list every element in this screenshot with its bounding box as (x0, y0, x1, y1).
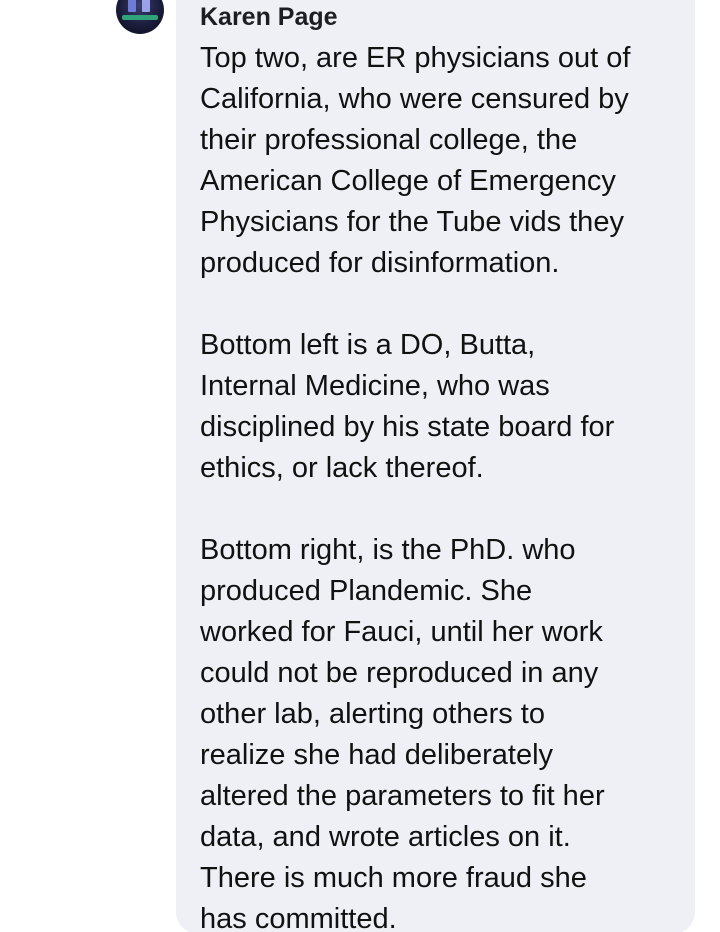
avatar-band (122, 15, 158, 20)
comment-paragraph-2: Bottom left is a DO, Butta, Internal Med… (200, 329, 615, 484)
comment-paragraph-3: Bottom right, is the PhD. who produced P… (200, 534, 605, 932)
comment-body: Top two, are ER physicians out of Califo… (200, 38, 680, 932)
avatar-figure-right (142, 0, 150, 12)
comment-author-name[interactable]: Karen Page (200, 2, 338, 32)
comment: Karen Page Top two, are ER physicians ou… (0, 0, 720, 932)
comment-paragraph-1: Top two, are ER physicians out of Califo… (200, 42, 631, 279)
avatar-figure-left (128, 0, 136, 12)
user-avatar-icon[interactable] (116, 0, 164, 34)
